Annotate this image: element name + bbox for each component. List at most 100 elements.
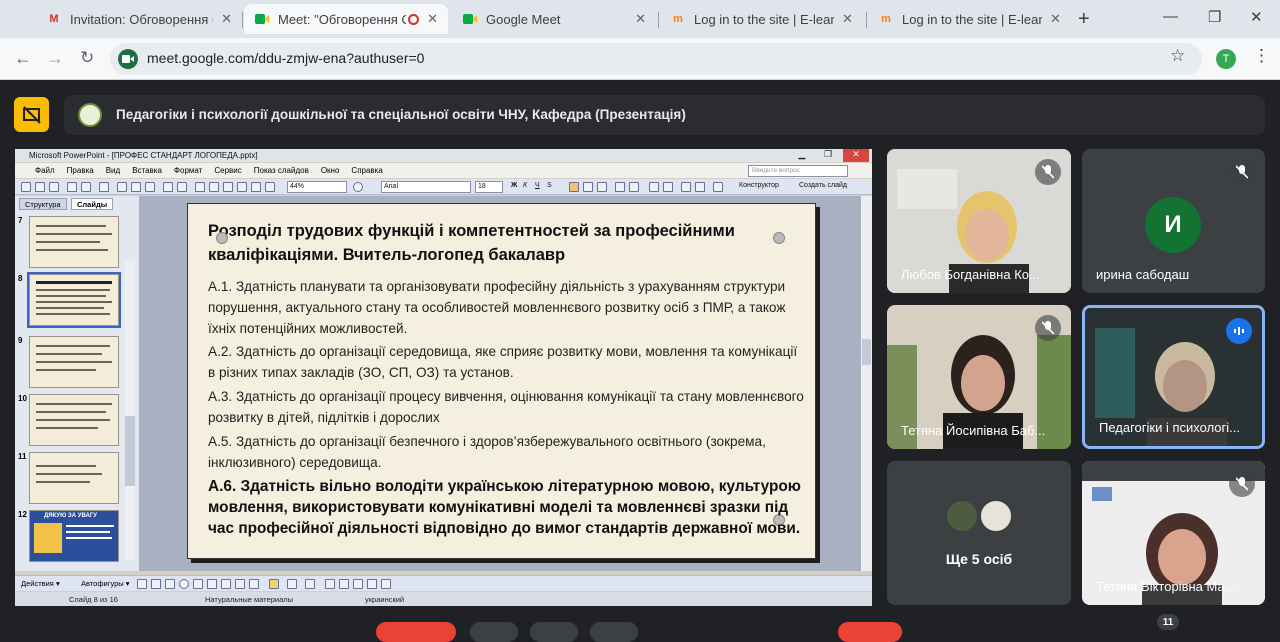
menu-format[interactable]: Формат (174, 166, 202, 175)
align-center-icon[interactable] (583, 182, 593, 192)
mic-button[interactable] (376, 622, 456, 642)
tab-slides[interactable]: Слайды (71, 198, 114, 210)
participant-tile[interactable]: Любов Богданівна Ко... (887, 149, 1071, 293)
draw-actions-menu[interactable]: Действия ▾ (21, 579, 60, 588)
forward-button[interactable]: → (46, 48, 64, 69)
copy-icon[interactable] (131, 182, 141, 192)
print-icon[interactable] (67, 182, 77, 192)
camera-button[interactable] (470, 622, 518, 642)
participant-tile[interactable]: Тетяна Йосипівна Баб... (887, 305, 1071, 449)
slide-thumb-11[interactable] (29, 452, 119, 504)
tab-elearning-1[interactable]: m Log in to the site | E-learning ✕ (660, 4, 864, 34)
new-slide-button[interactable]: Создать слайд (799, 182, 847, 189)
window-close-button[interactable]: ✕ (1250, 8, 1263, 26)
tab-outline[interactable]: Структура (19, 198, 67, 210)
grid-icon[interactable] (223, 182, 233, 192)
current-slide[interactable]: Розподіл трудових функцій і компетентнос… (187, 203, 816, 559)
zoom-select[interactable]: 44% (287, 181, 347, 193)
arrow-icon[interactable] (151, 579, 161, 589)
font-color-icon[interactable] (713, 182, 723, 192)
indent-icon[interactable] (681, 182, 691, 192)
paste-icon[interactable] (145, 182, 155, 192)
slide-thumb-7[interactable] (29, 216, 119, 268)
back-button[interactable]: ← (14, 48, 32, 69)
tab-meet-active[interactable]: Meet: "Обговорення ОГ ✕ (244, 4, 448, 34)
help-search-input[interactable]: Введите вопрос (748, 165, 848, 177)
new-icon[interactable] (21, 182, 31, 192)
dash-style-icon[interactable] (339, 579, 349, 589)
align-left-icon[interactable] (569, 182, 579, 192)
close-icon[interactable]: ✕ (842, 11, 853, 27)
menu-view[interactable]: Вид (106, 166, 120, 175)
profile-avatar[interactable]: T (1216, 49, 1236, 69)
italic-button[interactable]: К (523, 182, 527, 189)
rectangle-icon[interactable] (165, 579, 175, 589)
preview-icon[interactable] (81, 182, 91, 192)
menu-icon[interactable]: ⋮ (1253, 46, 1270, 66)
participant-count-badge[interactable]: 11 (1157, 614, 1179, 630)
captions-button[interactable] (530, 622, 578, 642)
close-icon[interactable]: ✕ (1050, 11, 1061, 27)
arrow-style-icon[interactable] (353, 579, 363, 589)
open-icon[interactable] (35, 182, 45, 192)
participant-tile[interactable]: И ирина сабодаш (1082, 149, 1265, 293)
ppt-restore-button[interactable]: ❐ (815, 149, 841, 162)
picture-icon[interactable] (249, 579, 259, 589)
close-icon[interactable]: ✕ (635, 11, 646, 27)
slide-thumb-12[interactable]: ДЯКУЮ ЗА УВАГУ (29, 510, 119, 562)
end-call-button[interactable] (838, 622, 902, 642)
bullets-icon[interactable] (629, 182, 639, 192)
slide-icon[interactable] (251, 182, 261, 192)
menu-help[interactable]: Справка (351, 166, 382, 175)
numbering-icon[interactable] (615, 182, 625, 192)
wordart-icon[interactable] (207, 579, 217, 589)
outdent-icon[interactable] (695, 182, 705, 192)
clipart-icon[interactable] (235, 579, 245, 589)
menu-file[interactable]: Файл (35, 166, 55, 175)
menu-slideshow[interactable]: Показ слайдов (254, 166, 309, 175)
cut-icon[interactable] (117, 182, 127, 192)
font-grow-icon[interactable] (649, 182, 659, 192)
slide-thumb-8[interactable] (27, 272, 121, 328)
slide-thumb-9[interactable] (29, 336, 119, 388)
spell-icon[interactable] (99, 182, 109, 192)
meet-site-icon[interactable] (118, 49, 138, 69)
underline-button[interactable]: Ч (535, 182, 540, 189)
bold-button[interactable]: Ж (511, 182, 517, 189)
tab-elearning-2[interactable]: m Log in to the site | E-learning ✕ (868, 4, 1072, 34)
fill-color-icon[interactable] (269, 579, 279, 589)
editor-scrollthumb[interactable] (862, 339, 871, 365)
font-color-icon[interactable] (305, 579, 315, 589)
menu-insert[interactable]: Вставка (132, 166, 162, 175)
oval-icon[interactable] (179, 579, 189, 589)
redo-icon[interactable] (177, 182, 187, 192)
reload-button[interactable]: ↻ (80, 48, 94, 68)
menu-edit[interactable]: Правка (67, 166, 94, 175)
table-icon[interactable] (209, 182, 219, 192)
present-button[interactable] (590, 622, 638, 642)
3d-style-icon[interactable] (381, 579, 391, 589)
thumbs-scrollthumb[interactable] (125, 416, 135, 486)
align-right-icon[interactable] (597, 182, 607, 192)
shadow-style-icon[interactable] (367, 579, 377, 589)
chart-icon[interactable] (195, 182, 205, 192)
shadow-button[interactable]: S (547, 182, 552, 189)
more-participants-tile[interactable]: Ще 5 осіб (887, 461, 1071, 605)
bookmark-star-icon[interactable]: ☆ (1170, 46, 1185, 66)
participant-tile-active-speaker[interactable]: Педагогіки і психологі... (1082, 305, 1265, 449)
address-bar[interactable]: meet.google.com/ddu-zmjw-ena?authuser=0 (110, 43, 1202, 75)
columns-icon[interactable] (265, 182, 275, 192)
autoshapes-menu[interactable]: Автофигуры ▾ (81, 579, 130, 588)
new-tab-button[interactable]: + (1078, 8, 1090, 31)
designer-button[interactable]: Конструктор (739, 182, 779, 189)
thumbs-scrollbar[interactable] (125, 260, 135, 560)
help-icon[interactable] (353, 182, 363, 192)
line-icon[interactable] (137, 579, 147, 589)
line-color-icon[interactable] (287, 579, 297, 589)
menu-tools[interactable]: Сервис (214, 166, 241, 175)
editor-scrollbar[interactable] (861, 196, 872, 571)
tab-invitation[interactable]: M Invitation: Обговорення ОП ✕ (36, 4, 242, 34)
close-icon[interactable]: ✕ (221, 11, 232, 27)
textbox-icon[interactable] (193, 579, 203, 589)
ppt-close-button[interactable]: ✕ (843, 149, 869, 162)
